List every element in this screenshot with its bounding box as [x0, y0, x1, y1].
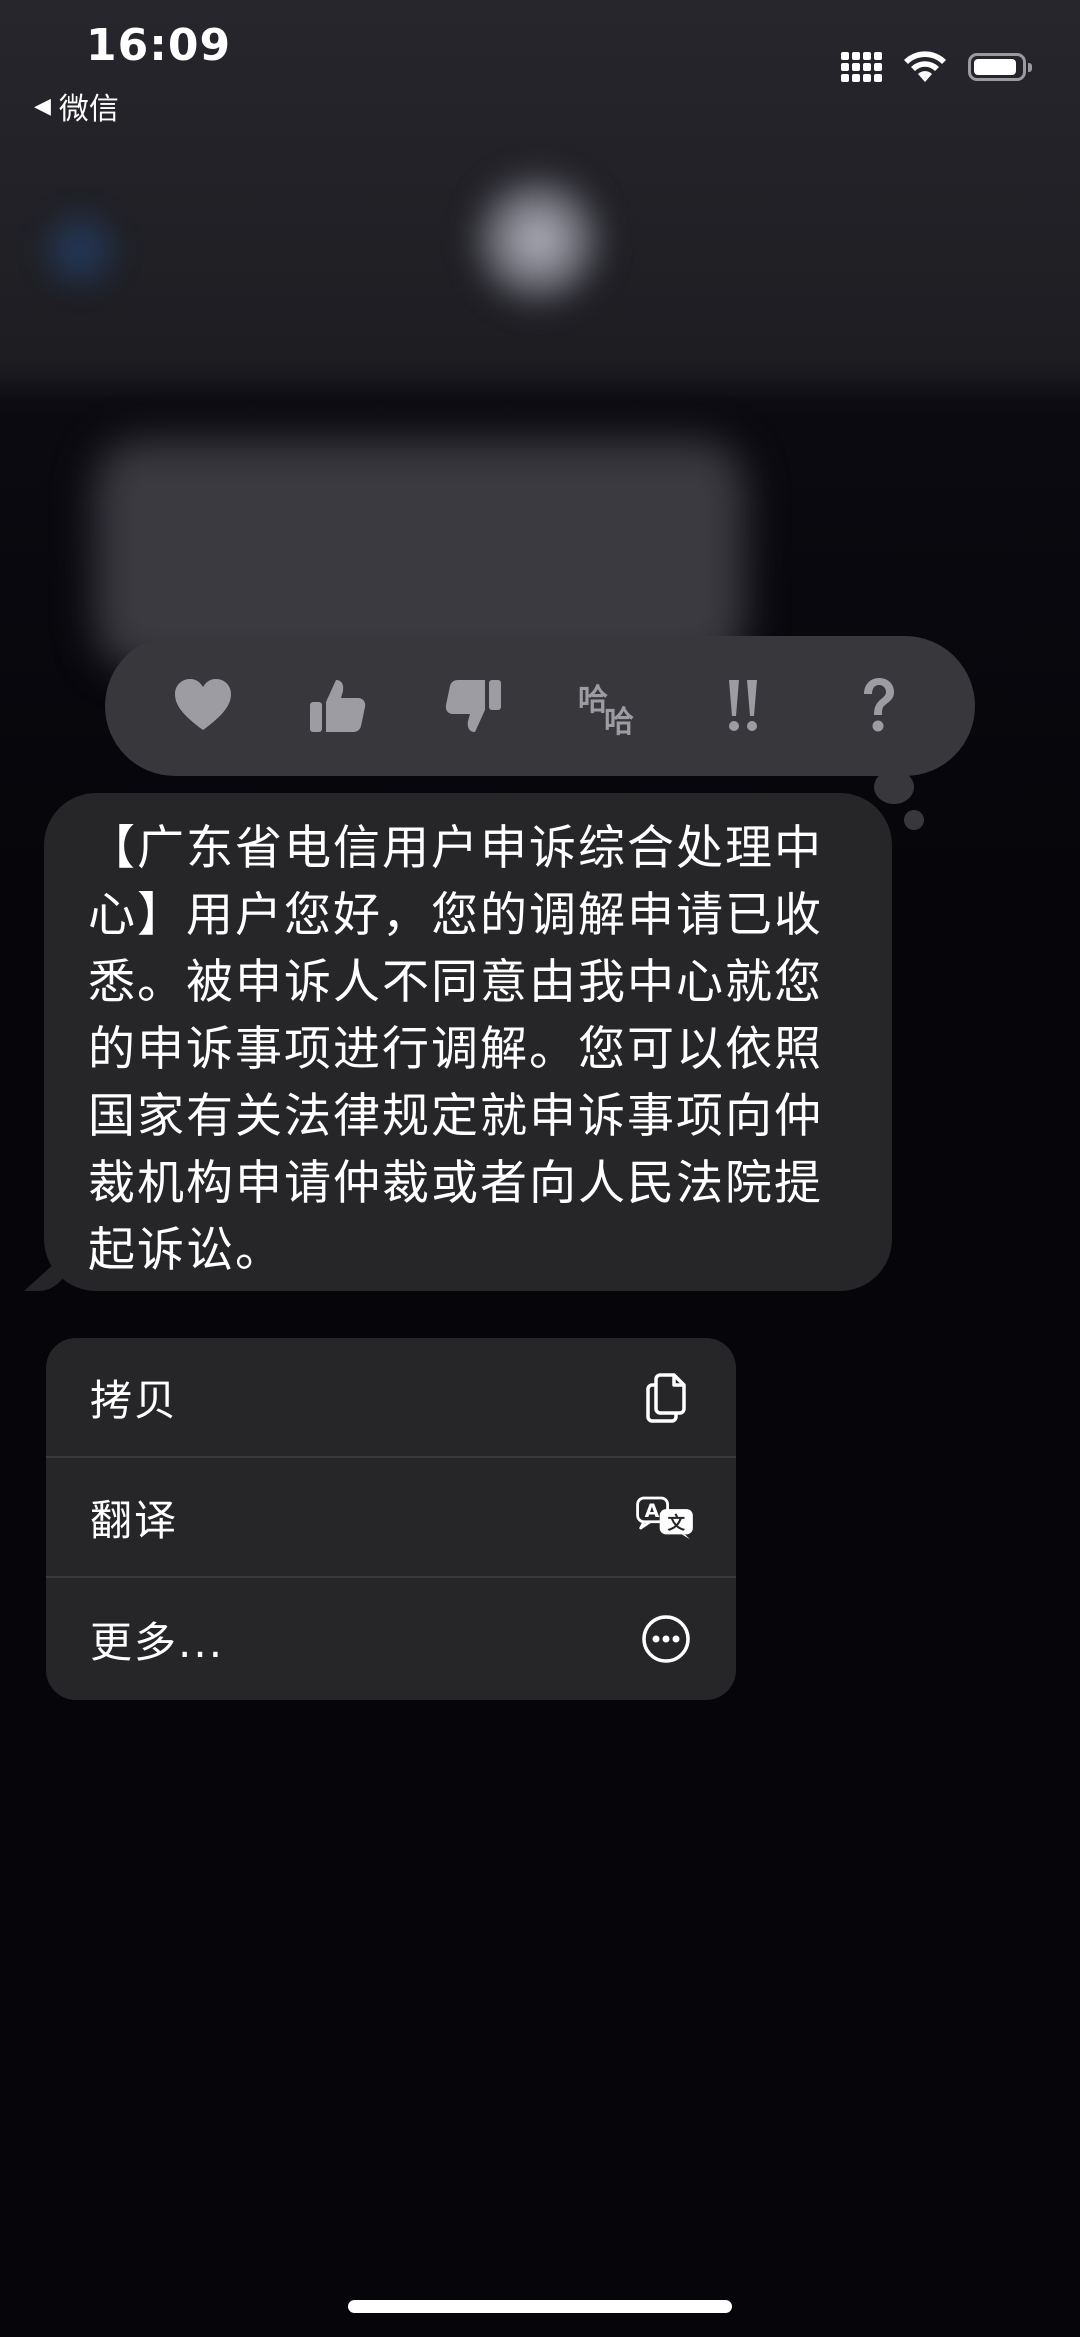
svg-text:A: A [645, 1500, 660, 1522]
tapback-heart[interactable] [158, 661, 248, 751]
tapback-tail-dot-small [904, 810, 924, 830]
back-app-label: 微信 [58, 92, 119, 127]
back-arrow-icon: ◀ [34, 93, 51, 119]
thumbs-up-icon [309, 680, 365, 732]
haha-icon: 哈 哈 [578, 683, 634, 738]
question-icon [863, 678, 894, 732]
tapback-haha[interactable]: 哈 哈 [563, 661, 653, 751]
message-bubble[interactable]: 【广东省电信用户申诉综合处理中心】用户您好，您的调解申请已收悉。被申诉人不同意由… [44, 793, 892, 1291]
status-time: 16:09 [86, 20, 232, 71]
tapback-question[interactable] [833, 661, 923, 751]
tapback-thumbs-down[interactable] [428, 661, 518, 751]
svg-text:文: 文 [668, 1513, 686, 1534]
menu-item-label: 更多... [90, 1617, 225, 1667]
copy-icon [636, 1367, 696, 1427]
status-indicators [841, 50, 1032, 84]
message-text: 【广东省电信用户申诉综合处理中心】用户您好，您的调解申请已收悉。被申诉人不同意由… [88, 821, 823, 1278]
cellular-signal-icon [841, 52, 882, 82]
menu-item-copy[interactable]: 拷贝 [46, 1338, 736, 1458]
battery-icon [968, 53, 1032, 81]
thumbs-down-icon [445, 680, 501, 732]
tapback-bar: 哈 哈 [105, 636, 975, 776]
blurred-back-button [30, 200, 130, 300]
home-indicator[interactable] [348, 2300, 732, 2313]
tapback-exclamation[interactable] [698, 661, 788, 751]
svg-text:哈: 哈 [604, 705, 634, 738]
menu-item-translate[interactable]: 翻译 A 文 [46, 1458, 736, 1578]
more-icon [636, 1609, 696, 1669]
menu-item-more[interactable]: 更多... [46, 1578, 736, 1700]
screen: 16:09 ◀ 微信 哈 哈 【广东省电信用户申诉综合处理中心】用户您好，您的调… [0, 0, 1080, 2337]
context-menu: 拷贝 翻译 A 文 更多... [46, 1338, 736, 1700]
heart-icon [174, 679, 231, 730]
wifi-icon [904, 51, 946, 82]
tapback-tail-dot [874, 770, 914, 804]
tapback-thumbs-up[interactable] [293, 661, 383, 751]
exclamation-icon [728, 680, 757, 731]
menu-item-label: 拷贝 [90, 1375, 179, 1425]
menu-item-label: 翻译 [90, 1495, 179, 1545]
blurred-contact-avatar [468, 170, 608, 310]
translate-icon: A 文 [636, 1487, 696, 1547]
back-to-app-button[interactable]: ◀ 微信 [34, 84, 119, 128]
